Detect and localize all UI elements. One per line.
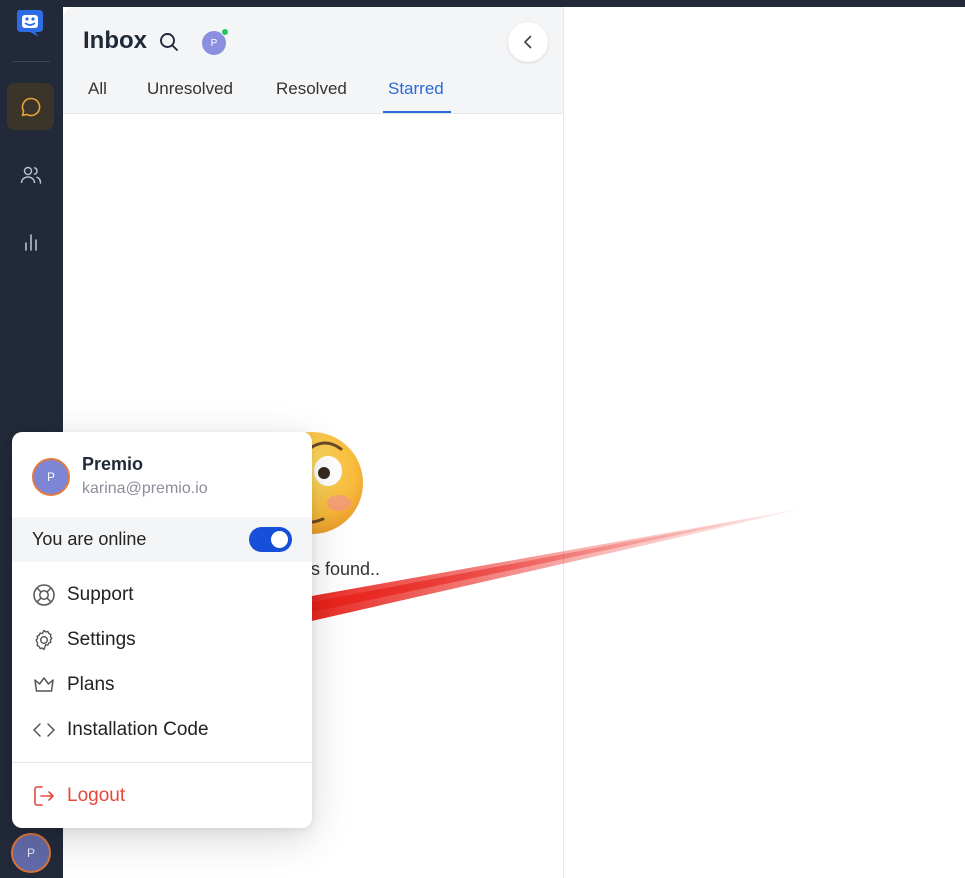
menu-item-installation-code[interactable]: Installation Code: [12, 710, 312, 750]
sidebar-divider: [13, 61, 50, 62]
menu-item-label: Plans: [67, 674, 115, 695]
gear-icon: [35, 629, 53, 651]
sidebar-item-analytics[interactable]: [7, 218, 54, 265]
chat-icon: [21, 97, 40, 116]
logout-label: Logout: [67, 785, 126, 806]
code-icon: [33, 723, 55, 737]
logout-icon: [34, 786, 54, 806]
toggle-knob: [271, 531, 288, 548]
sidebar-item-inbox[interactable]: [7, 83, 54, 130]
tab-unresolved[interactable]: Unresolved: [147, 79, 233, 99]
chevron-left-icon: [524, 35, 532, 49]
inbox-header: Inbox P All Unresolved Resolved Starred: [63, 7, 563, 114]
online-toggle[interactable]: [249, 527, 292, 552]
crown-icon: [34, 677, 54, 692]
page-title: Inbox: [83, 27, 147, 54]
app-logo-icon[interactable]: [13, 6, 47, 40]
tab-all[interactable]: All: [88, 79, 107, 99]
logout-button[interactable]: Logout: [12, 776, 312, 816]
user-name: Premio: [82, 454, 144, 474]
sidebar-item-contacts[interactable]: [7, 151, 54, 198]
online-status-row: You are online: [12, 517, 312, 562]
search-icon[interactable]: [158, 31, 180, 53]
menu-item-label: Support: [67, 584, 134, 605]
menu-item-label: Settings: [67, 629, 136, 650]
active-tab-indicator: [383, 111, 451, 113]
online-status-label: You are online: [32, 529, 147, 549]
top-strip: [63, 0, 965, 7]
tab-resolved[interactable]: Resolved: [276, 79, 347, 99]
empty-state-text: s found..: [311, 559, 381, 579]
contacts-icon: [20, 166, 41, 184]
analytics-icon: [24, 233, 37, 251]
lifebuoy-icon: [33, 584, 55, 606]
tab-starred[interactable]: Starred: [388, 79, 444, 99]
sidebar-avatar[interactable]: P: [11, 833, 51, 873]
avatar: P: [32, 458, 70, 496]
menu-divider: [12, 762, 312, 763]
user-menu: P Premio karina@premio.io You are online…: [12, 432, 312, 828]
menu-item-label: Installation Code: [67, 719, 209, 740]
user-email: karina@premio.io: [82, 480, 208, 497]
menu-item-settings[interactable]: Settings: [12, 620, 312, 660]
collapse-panel-button[interactable]: [508, 22, 548, 62]
menu-item-plans[interactable]: Plans: [12, 665, 312, 705]
online-status-dot: [221, 28, 229, 36]
menu-item-support[interactable]: Support: [12, 575, 312, 615]
